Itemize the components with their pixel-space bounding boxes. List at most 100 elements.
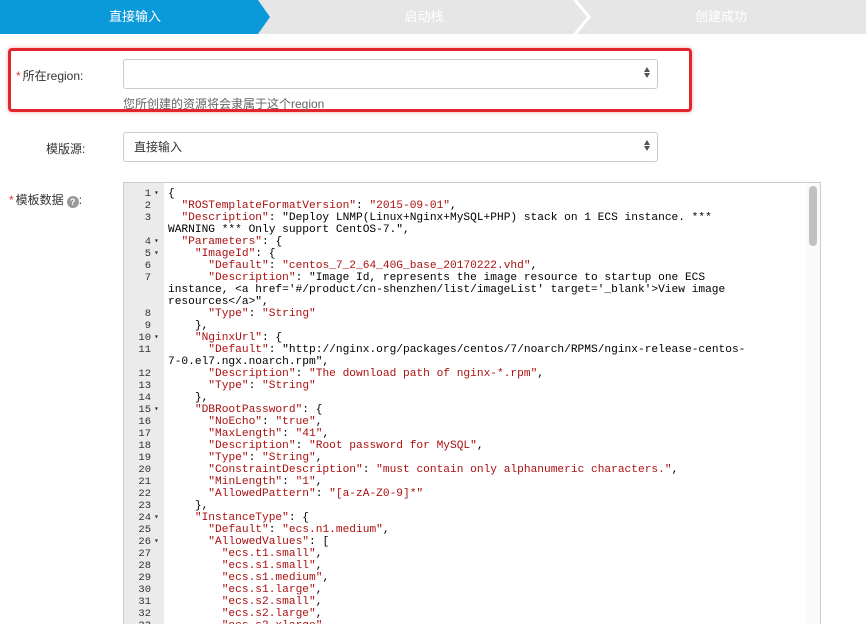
select-arrows-icon — [643, 66, 651, 82]
code-line: 3 "Description": "Deploy LNMP(Linux+Ngin… — [124, 212, 820, 224]
code-line: 22 "AllowedPattern": "[a-zA-Z0-9]*" — [124, 488, 820, 500]
line-number: 31 — [138, 596, 151, 608]
code-text: "InstanceType": { — [194, 512, 310, 524]
line-number: 9 — [144, 320, 151, 332]
code-line: 23 }, — [124, 500, 820, 512]
code-text: WARNING *** Only support CentOS-7.", — [168, 224, 410, 236]
required-marker: * — [16, 69, 21, 83]
scroll-thumb[interactable] — [809, 186, 817, 246]
code-text: "Type": "String" — [208, 308, 316, 320]
line-number: 3 — [144, 212, 151, 224]
line-number: 28 — [138, 560, 151, 572]
code-line: 31 "ecs.s2.small", — [124, 596, 820, 608]
code-line: 9 }, — [124, 320, 820, 332]
region-label: * 所在region: — [16, 69, 84, 83]
code-line: 8 "Type": "String" — [124, 308, 820, 320]
code-line: 24 ▾ "InstanceType": { — [124, 512, 820, 524]
code-line: 19 "Type": "String", — [124, 452, 820, 464]
code-line: 7 "Description": "Image Id, represents t… — [124, 272, 820, 284]
line-number: 25 — [138, 524, 151, 536]
line-number: 12 — [138, 368, 151, 380]
code-line: 26 ▾ "AllowedValues": [ — [124, 536, 820, 548]
region-hint: 您所创建的资源将会隶属于这个region — [123, 97, 325, 111]
line-number: 33 — [124, 620, 151, 624]
code-text: "ImageId": { — [194, 248, 276, 260]
line-number: 26 — [138, 536, 151, 548]
line-number: 14 — [138, 392, 151, 404]
code-text: resources</a>", — [168, 296, 269, 308]
fold-arrow-icon[interactable]: ▾ — [154, 188, 162, 200]
code-line: 5 ▾ "ImageId": { — [124, 248, 820, 260]
code-text: }, — [168, 392, 209, 404]
fold-arrow-icon[interactable]: ▾ — [154, 536, 162, 548]
line-number: 13 — [138, 380, 151, 392]
code-text: "DBRootPassword": { — [194, 404, 323, 416]
code-text: "Description": "Image Id, represents the… — [208, 272, 706, 284]
editor-scrollbar[interactable] — [806, 183, 820, 624]
code-text: "MinLength": "1", — [208, 476, 323, 488]
code-line: 27 "ecs.t1.small", — [124, 548, 820, 560]
code-line: 7-0.el7.ngx.noarch.rpm", — [124, 356, 820, 368]
template-source-label: 模版源: — [46, 142, 86, 156]
fold-arrow-icon[interactable]: ▾ — [154, 512, 162, 524]
code-text: "Type": "String" — [208, 380, 316, 392]
code-text: "Default": "ecs.n1.medium", — [208, 524, 390, 536]
code-line: 18 "Description": "Root password for MyS… — [124, 440, 820, 452]
code-text: { — [168, 188, 175, 200]
line-number: 23 — [138, 500, 151, 512]
code-line: WARNING *** Only support CentOS-7.", — [124, 224, 820, 236]
code-line: resources</a>", — [124, 296, 820, 308]
region-select[interactable] — [123, 59, 658, 89]
line-number: 29 — [138, 572, 151, 584]
code-text: "ecs.s2.small", — [221, 596, 323, 608]
code-text: "ROSTemplateFormatVersion": "2015-09-01"… — [181, 200, 457, 212]
code-line: 32 "ecs.s2.large", — [124, 608, 820, 620]
code-line: instance, <a href='#/product/cn-shenzhen… — [124, 284, 820, 296]
help-icon[interactable]: ? — [66, 196, 79, 208]
code-text: "ecs.s2.large", — [221, 608, 323, 620]
code-text: "Default": "http://nginx.org/packages/ce… — [208, 344, 746, 356]
required-marker: * — [9, 193, 14, 207]
template-data-label: * 模板数据?: — [9, 193, 83, 208]
code-line: 1 ▾ { — [124, 188, 820, 200]
code-text: "ConstraintDescription": "must contain o… — [208, 464, 679, 476]
code-line: 28 "ecs.s1.small", — [124, 560, 820, 572]
line-number: 21 — [138, 476, 151, 488]
line-number: 11 — [138, 344, 151, 356]
code-text: "Description": "Deploy LNMP(Linux+Nginx+… — [181, 212, 712, 224]
line-number: 19 — [138, 452, 151, 464]
line-number: 30 — [138, 584, 151, 596]
step-direct-input: 直接输入 — [0, 0, 270, 34]
code-text: "NginxUrl": { — [194, 332, 283, 344]
fold-arrow-icon[interactable]: ▾ — [154, 236, 162, 248]
line-number: 27 — [138, 548, 151, 560]
code-text: "NoEcho": "true", — [208, 416, 323, 428]
code-text: "Default": "centos_7_2_64_40G_base_20170… — [208, 260, 538, 272]
code-line: 2 "ROSTemplateFormatVersion": "2015-09-0… — [124, 200, 820, 212]
code-text: "Type": "String", — [208, 452, 323, 464]
code-text: "ecs.s1.medium", — [221, 572, 330, 584]
line-number: 5 — [144, 248, 151, 260]
fold-arrow-icon[interactable]: ▾ — [154, 404, 162, 416]
code-text: "AllowedValues": [ — [208, 536, 330, 548]
code-line: 25 "Default": "ecs.n1.medium", — [124, 524, 820, 536]
code-text: "Parameters": { — [181, 236, 283, 248]
line-number: 4 — [144, 236, 151, 248]
line-number: 22 — [138, 488, 151, 500]
step-launch-stack: 启动栈 — [258, 0, 590, 34]
code-text: "ecs.s1.small", — [221, 560, 323, 572]
code-text: "ecs.s2.xlarge", — [168, 620, 804, 624]
code-line: 33 "ecs.s2.xlarge", — [124, 620, 820, 624]
fold-arrow-icon[interactable]: ▾ — [154, 248, 162, 260]
line-number: 6 — [144, 260, 151, 272]
code-line: 12 "Description": "The download path of … — [124, 368, 820, 380]
line-number: 15 — [138, 404, 151, 416]
step-create-success: 创建成功 — [576, 0, 866, 34]
code-line: 15 ▾ "DBRootPassword": { — [124, 404, 820, 416]
line-number: 20 — [138, 464, 151, 476]
template-source-select[interactable]: 直接输入 — [123, 132, 658, 162]
line-number: 24 — [138, 512, 151, 524]
fold-arrow-icon[interactable]: ▾ — [154, 332, 162, 344]
template-code-editor[interactable]: 1 ▾{2 "ROSTemplateFormatVersion": "2015-0… — [123, 182, 821, 624]
line-number: 16 — [138, 416, 151, 428]
